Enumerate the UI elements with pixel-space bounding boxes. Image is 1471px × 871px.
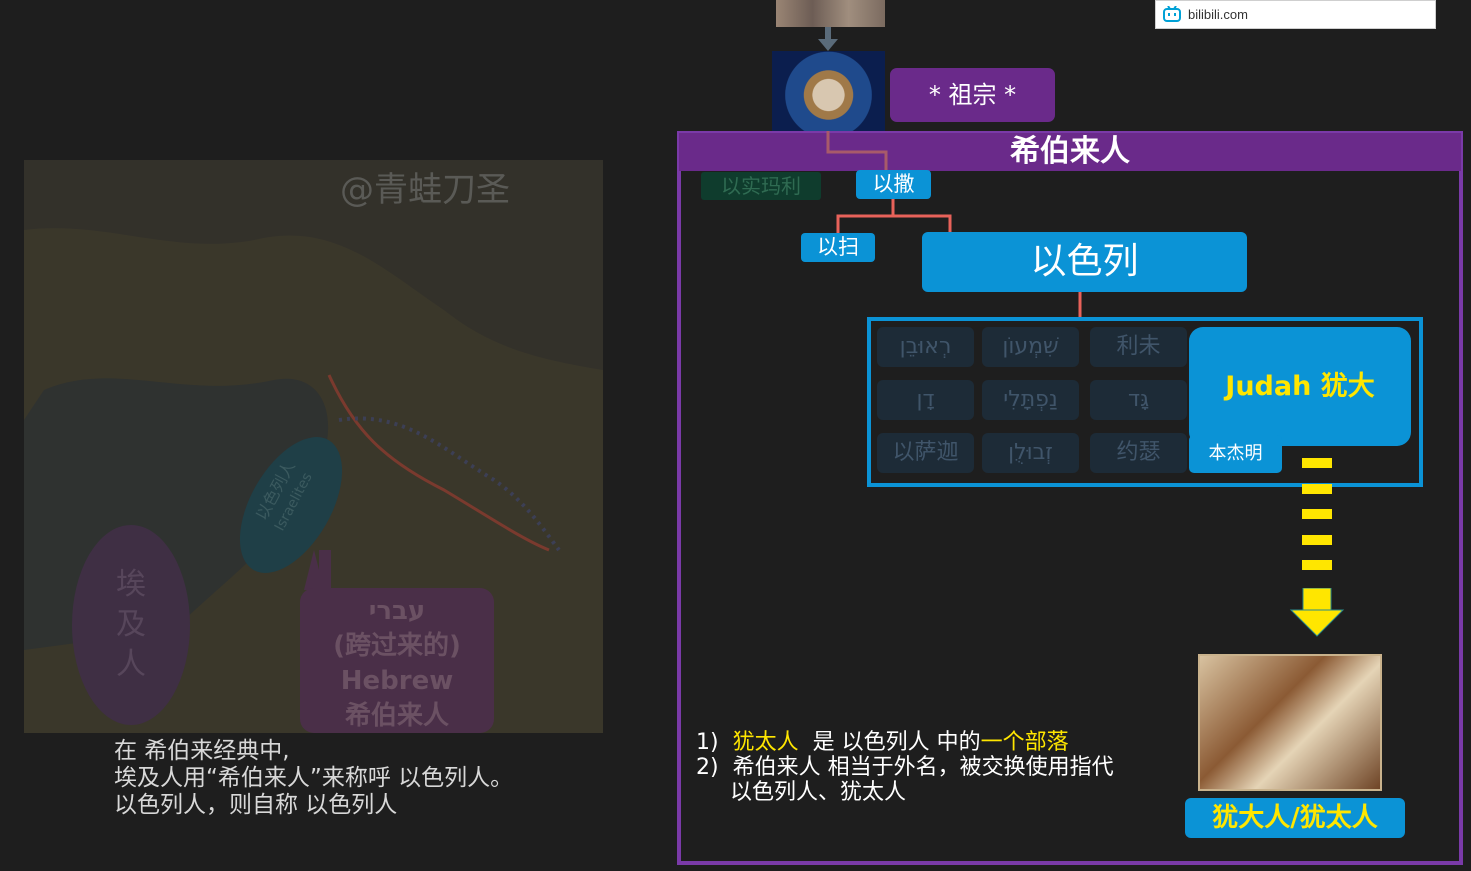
arrow-dash — [1302, 458, 1332, 468]
jewish-elders-image — [1198, 654, 1382, 791]
arrow-dash — [1302, 484, 1332, 494]
note-2-line1: 希伯来人 相当于外名，被交换使用指代 — [732, 755, 1114, 780]
tribe-levi: 利未 — [1090, 327, 1187, 367]
ishmael-node: 以实玛利 — [701, 172, 821, 200]
note-1: 1) 犹太人 是 以色列人 中的一个部落 — [696, 730, 1114, 755]
note-2-line2: 以色列人、犹太人 — [730, 780, 907, 805]
tribe-dan: דָן — [877, 380, 974, 420]
tribe-simeon: שִׁמְעוֹן — [982, 327, 1079, 367]
esau-node: 以扫 — [801, 233, 875, 262]
arrow-dash — [1302, 509, 1332, 519]
arrow-dash — [1302, 560, 1332, 570]
note-2-number: 2) — [696, 755, 719, 780]
arrow-dash — [1302, 535, 1332, 545]
isaac-node: 以撒 — [856, 170, 931, 199]
israel-node: 以色列 — [922, 232, 1247, 292]
notes: 1) 犹太人 是 以色列人 中的一个部落 2) 希伯来人 相当于外名，被交换使用… — [696, 730, 1114, 805]
yellow-down-arrow-icon — [1289, 588, 1345, 637]
note-1-tribe: 一个部落 — [980, 730, 1069, 755]
note-1-jews: 犹太人 — [732, 730, 799, 755]
note-1-middle: 是 以色列人 中的 — [812, 730, 981, 755]
connector-isaac-israel — [893, 214, 952, 232]
jews-label: 犹大人/犹太人 — [1185, 798, 1405, 838]
note-2: 2) 希伯来人 相当于外名，被交换使用指代 — [696, 755, 1114, 780]
connector-abraham-isaac — [826, 131, 888, 170]
tribe-issachar: 以萨迦 — [877, 433, 974, 473]
tribe-gad: גָּד — [1090, 380, 1187, 420]
benjamin-node: 本杰明 — [1189, 435, 1282, 473]
note-1-number: 1) — [696, 730, 719, 755]
tribe-reuben: רְאוּבֵן — [877, 327, 974, 367]
judah-node: Judah 犹大 — [1189, 327, 1411, 446]
tribe-zebulun: זְבוּלֻן — [982, 433, 1079, 473]
tribe-naphtali: נַפְתָּלִי — [982, 380, 1079, 420]
tribe-joseph: 约瑟 — [1090, 433, 1187, 473]
connector-isaac-esau — [836, 199, 895, 233]
